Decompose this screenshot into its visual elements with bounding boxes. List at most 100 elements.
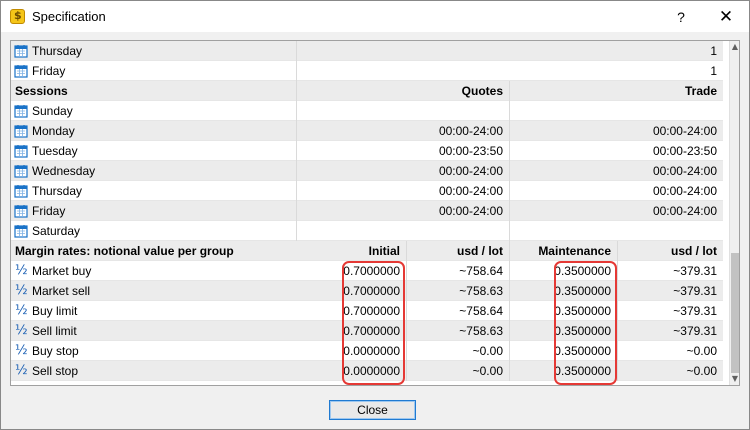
specification-dialog: Specification ? ✕ Thursday 1 Friday 1 [0,0,750,430]
initial-column-header: Initial [368,244,400,258]
scroll-up-icon[interactable]: ▲ [730,41,740,53]
calendar-icon [14,185,28,198]
maintenance-column-header: Maintenance [509,241,617,261]
row-label: Wednesday [11,161,296,181]
session-rows: Sunday Monday 00:00-24:00 00:00-24:00 Tuesda… [11,101,723,241]
day-name: Tuesday [32,144,78,158]
day-name: Thursday [32,184,83,198]
order-type: Market sell [32,284,91,298]
row-label: ½ Buy limit [11,301,341,321]
maintenance-usd-per-lot: ~379.31 [617,301,723,321]
table-row: Thursday 00:00-24:00 00:00-24:00 [11,181,723,201]
row-label: Friday [11,61,296,81]
calendar-icon [14,125,28,138]
row-label: ½ Sell limit [11,321,341,341]
row-label: ½ Market buy [11,261,341,281]
trade-session [509,221,723,241]
table-row: Sunday [11,101,723,121]
initial-usd-per-lot: ~758.63 [406,321,509,341]
fraction-half-icon: ½ [15,363,28,378]
close-button[interactable]: Close [329,400,416,420]
initial-usd-per-lot: ~0.00 [406,361,509,381]
day-name: Friday [32,64,66,78]
day-value: 1 [296,41,723,61]
table-row: Tuesday 00:00-23:50 00:00-23:50 [11,141,723,161]
usd-lot-column-header: usd / lot [617,241,723,261]
row-label: ½ Buy stop [11,341,341,361]
trade-session: 00:00-24:00 [509,161,723,181]
app-icon [10,9,25,24]
calendar-icon [14,45,28,58]
trade-column-header: Trade [509,81,723,101]
fraction-half-icon: ½ [15,323,28,338]
row-label: Tuesday [11,141,296,161]
trade-session [509,101,723,121]
order-type: Sell limit [32,324,77,338]
initial-usd-per-lot: ~0.00 [406,341,509,361]
maintenance-usd-per-lot: ~379.31 [617,281,723,301]
title-bar: Specification ? ✕ [1,1,749,32]
maintenance-highlight-box [554,261,617,385]
day-name: Thursday [32,44,83,58]
fraction-half-icon: ½ [15,283,28,298]
order-type: Sell stop [32,364,79,378]
calendar-icon [14,205,28,218]
row-label: Monday [11,121,296,141]
row-label: ½ Sell stop [11,361,341,381]
initial-usd-per-lot: ~758.63 [406,281,509,301]
maintenance-usd-per-lot: ~379.31 [617,321,723,341]
margin-header: Margin rates: notional value per group I… [11,241,723,261]
trade-session: 00:00-24:00 [509,181,723,201]
quotes-session: 00:00-24:00 [296,121,509,141]
order-type: Buy limit [32,304,78,318]
initial-highlight-box [342,261,405,385]
maintenance-usd-per-lot: ~379.31 [617,261,723,281]
fraction-half-icon: ½ [15,303,28,318]
day-name: Saturday [32,224,81,238]
calendar-icon [14,225,28,238]
day-name: Wednesday [32,164,96,178]
row-label: ½ Market sell [11,281,341,301]
calendar-icon [14,145,28,158]
scroll-down-icon[interactable]: ▼ [730,373,740,385]
maintenance-usd-per-lot: ~0.00 [617,361,723,381]
order-type: Market buy [32,264,92,278]
day-name: Sunday [32,104,73,118]
scrollbar-thumb[interactable] [731,253,739,373]
initial-usd-per-lot: ~758.64 [406,261,509,281]
margin-title: Margin rates: notional value per group [15,244,234,258]
quotes-session [296,101,509,121]
row-label: Thursday [11,41,296,61]
quotes-session [296,221,509,241]
maintenance-usd-per-lot: ~0.00 [617,341,723,361]
day-name: Monday [32,124,75,138]
row-label: Thursday [11,181,296,201]
calendar-icon [14,65,28,78]
table-row: Saturday [11,221,723,241]
table-row: Friday 00:00-24:00 00:00-24:00 [11,201,723,221]
row-label: Friday [11,201,296,221]
calendar-icon [14,165,28,178]
sessions-header: Sessions Quotes Trade [11,81,723,101]
day-name: Friday [32,204,66,218]
usd-lot-column-header: usd / lot [406,241,509,261]
table-row: Monday 00:00-24:00 00:00-24:00 [11,121,723,141]
help-button[interactable]: ? [664,4,698,30]
order-type: Buy stop [32,344,79,358]
table-row: Wednesday 00:00-24:00 00:00-24:00 [11,161,723,181]
fraction-half-icon: ½ [15,263,28,278]
specification-grid: Thursday 1 Friday 1 Sessions Quotes Trad… [10,40,740,386]
vertical-scrollbar[interactable]: ▲ ▼ [729,41,739,385]
initial-usd-per-lot: ~758.64 [406,301,509,321]
sessions-title: Sessions [15,84,68,98]
table-row: Thursday 1 [11,41,723,61]
quotes-session: 00:00-23:50 [296,141,509,161]
quotes-column-header: Quotes [296,81,509,101]
fraction-half-icon: ½ [15,343,28,358]
close-window-button[interactable]: ✕ [709,4,743,30]
trade-session: 00:00-23:50 [509,141,723,161]
quotes-session: 00:00-24:00 [296,181,509,201]
row-label: Saturday [11,221,296,241]
window-title: Specification [32,9,106,24]
table-row: Friday 1 [11,61,723,81]
